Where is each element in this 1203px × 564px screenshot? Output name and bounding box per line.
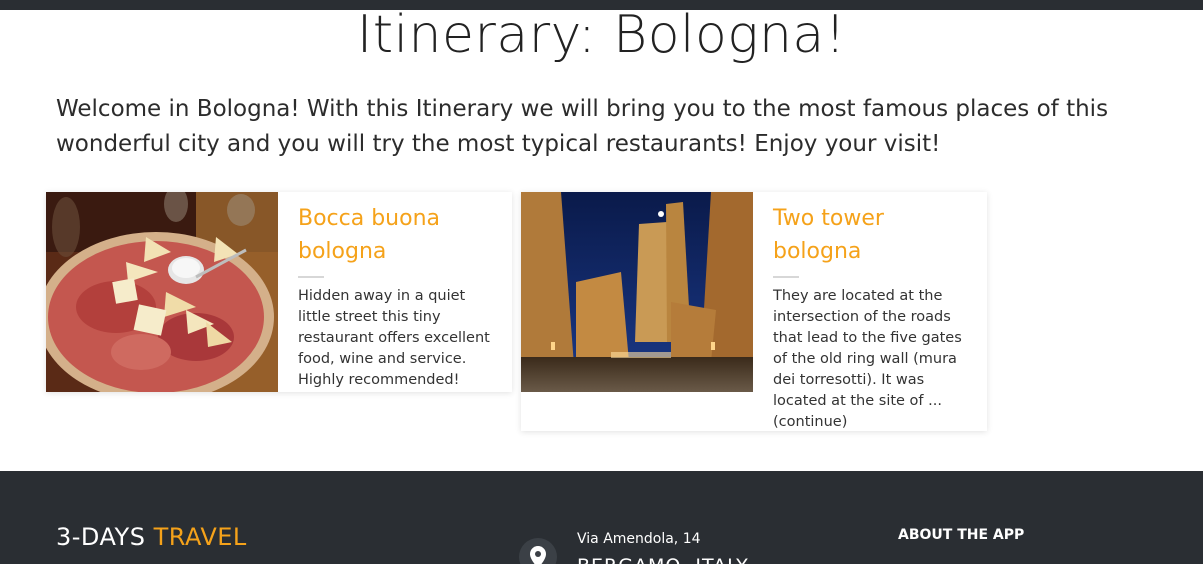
card-body: Bocca buona bologna Hidden away in a qui… bbox=[278, 192, 512, 391]
page-title: Itinerary: Bologna! bbox=[356, 5, 847, 65]
footer-brand[interactable]: 3-DAYS TRAVEL bbox=[56, 523, 247, 551]
card-title[interactable]: Two tower bologna bbox=[773, 202, 967, 268]
card-body: Two tower bologna They are located at th… bbox=[753, 192, 987, 433]
card-divider bbox=[298, 276, 324, 278]
footer: 3-DAYS TRAVEL Via Amendola, 14 BERGAMO, … bbox=[0, 471, 1203, 564]
address-city: BERGAMO, ITALY bbox=[577, 555, 749, 564]
card-title[interactable]: Bocca buona bologna bbox=[298, 202, 492, 268]
brand-accent: TRAVEL bbox=[153, 523, 247, 551]
card-image-charcuterie[interactable] bbox=[46, 192, 278, 392]
address-street: Via Amendola, 14 bbox=[577, 531, 701, 547]
card-divider bbox=[773, 276, 799, 278]
about-app-heading: ABOUT THE APP bbox=[898, 527, 1025, 543]
brand-main: 3-DAYS bbox=[56, 523, 146, 551]
map-pin-icon bbox=[519, 538, 557, 564]
itinerary-card-towers[interactable]: Two tower bologna They are located at th… bbox=[521, 192, 987, 431]
card-description: They are located at the intersection of … bbox=[773, 288, 962, 430]
card-description: Hidden away in a quiet little street thi… bbox=[298, 288, 490, 388]
itinerary-card-restaurant[interactable]: Bocca buona bologna Hidden away in a qui… bbox=[46, 192, 512, 392]
intro-text: Welcome in Bologna! With this Itinerary … bbox=[56, 96, 1109, 157]
card-image-two-towers[interactable] bbox=[521, 192, 753, 392]
